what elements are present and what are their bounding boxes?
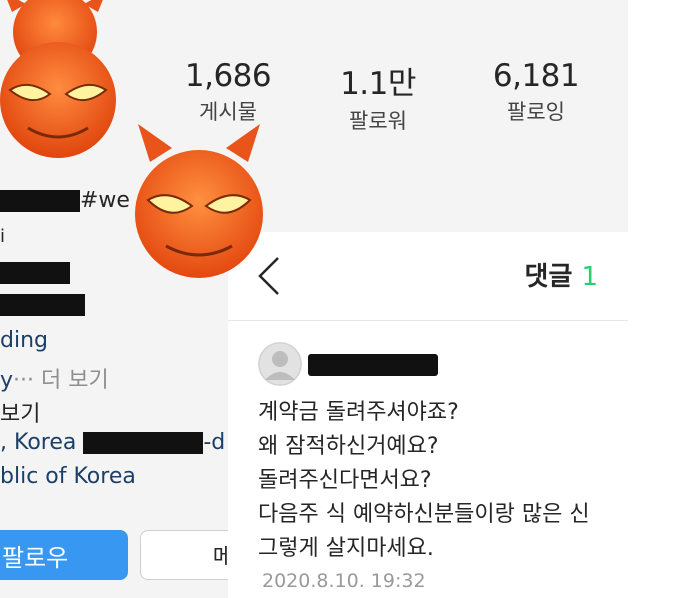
username-redaction <box>308 354 438 376</box>
bio-line-6: y··· 더 보기 <box>0 362 109 394</box>
bio-fragment-2: i <box>0 226 6 247</box>
bio-address-line[interactable]: , Korea -d <box>0 430 225 455</box>
followers-label: 팔로워 <box>349 109 407 133</box>
comment-header: 댓글 1 <box>228 232 628 321</box>
bio-link-fragment[interactable]: ding <box>0 328 48 353</box>
comment-timestamp: 2020.8.10. 19:32 <box>262 570 426 592</box>
following-label: 팔로잉 <box>507 100 565 124</box>
bio-fragment-6: y <box>0 368 14 393</box>
bio-line-7: 보기 <box>0 396 40 428</box>
follow-button[interactable]: 팔로우 <box>0 530 128 580</box>
comment-line-3: 돌려주신다면서요? <box>258 468 432 493</box>
redaction-bar <box>83 432 204 454</box>
see-more-link[interactable]: ··· 더 보기 <box>13 368 109 393</box>
bio-line-3 <box>0 260 70 285</box>
redaction-bar <box>0 262 70 284</box>
comment-text: 계약금 돌려주셔야죠? 왜 잠적하신거예요? 돌려주신다면서요? 다음주 식 예… <box>258 396 638 566</box>
address-tail: -d <box>203 430 226 455</box>
bio-fragment-7[interactable]: 보기 <box>0 402 40 427</box>
stat-posts[interactable]: 1,686 게시물 <box>158 58 298 126</box>
redaction-bar <box>0 190 80 212</box>
bio-line-2: i <box>0 226 5 247</box>
bio-link-line[interactable]: ding <box>0 328 48 353</box>
comment-line-4: 다음주 식 예약하신분들이랑 많은 신 <box>258 502 590 527</box>
devil-emoji-icon <box>135 124 263 278</box>
following-count: 6,181 <box>492 58 580 94</box>
posts-count: 1,686 <box>184 58 272 94</box>
bio-hashtag-fragment[interactable]: #we <box>80 188 130 213</box>
bio-line-4 <box>0 292 85 317</box>
comments-title-text: 댓글 <box>524 262 573 292</box>
comment-panel: 댓글 1 계약금 돌려주셔야죠? 왜 잠적하신거예요? 돌려주신다면서요? 다음… <box>228 232 628 598</box>
bio-line-1: #we <box>0 188 130 213</box>
country-fragment: blic of Korea <box>0 464 136 489</box>
stat-followers[interactable]: 1.1만 팔로워 <box>308 58 448 135</box>
comment-line-1: 계약금 돌려주셔야죠? <box>258 400 459 425</box>
devil-emoji-icon <box>0 42 116 158</box>
followers-count: 1.1만 <box>340 66 416 102</box>
stat-following[interactable]: 6,181 팔로잉 <box>466 58 606 126</box>
comment-line-2: 왜 잠적하신거예요? <box>258 434 439 459</box>
comments-count: 1 <box>581 262 598 292</box>
comments-title: 댓글 1 <box>525 256 598 293</box>
bio-country-line[interactable]: blic of Korea <box>0 464 136 489</box>
redaction-bar <box>0 294 85 316</box>
address-fragment: , Korea <box>0 430 77 455</box>
avatar-placeholder-icon[interactable] <box>258 342 302 386</box>
comment-line-5: 그렇게 살지마세요. <box>258 536 434 561</box>
screenshot-collage: 1,686 게시물 1.1만 팔로워 6,181 팔로잉 #we i ding … <box>0 0 678 598</box>
message-button[interactable]: 메 <box>140 530 240 580</box>
